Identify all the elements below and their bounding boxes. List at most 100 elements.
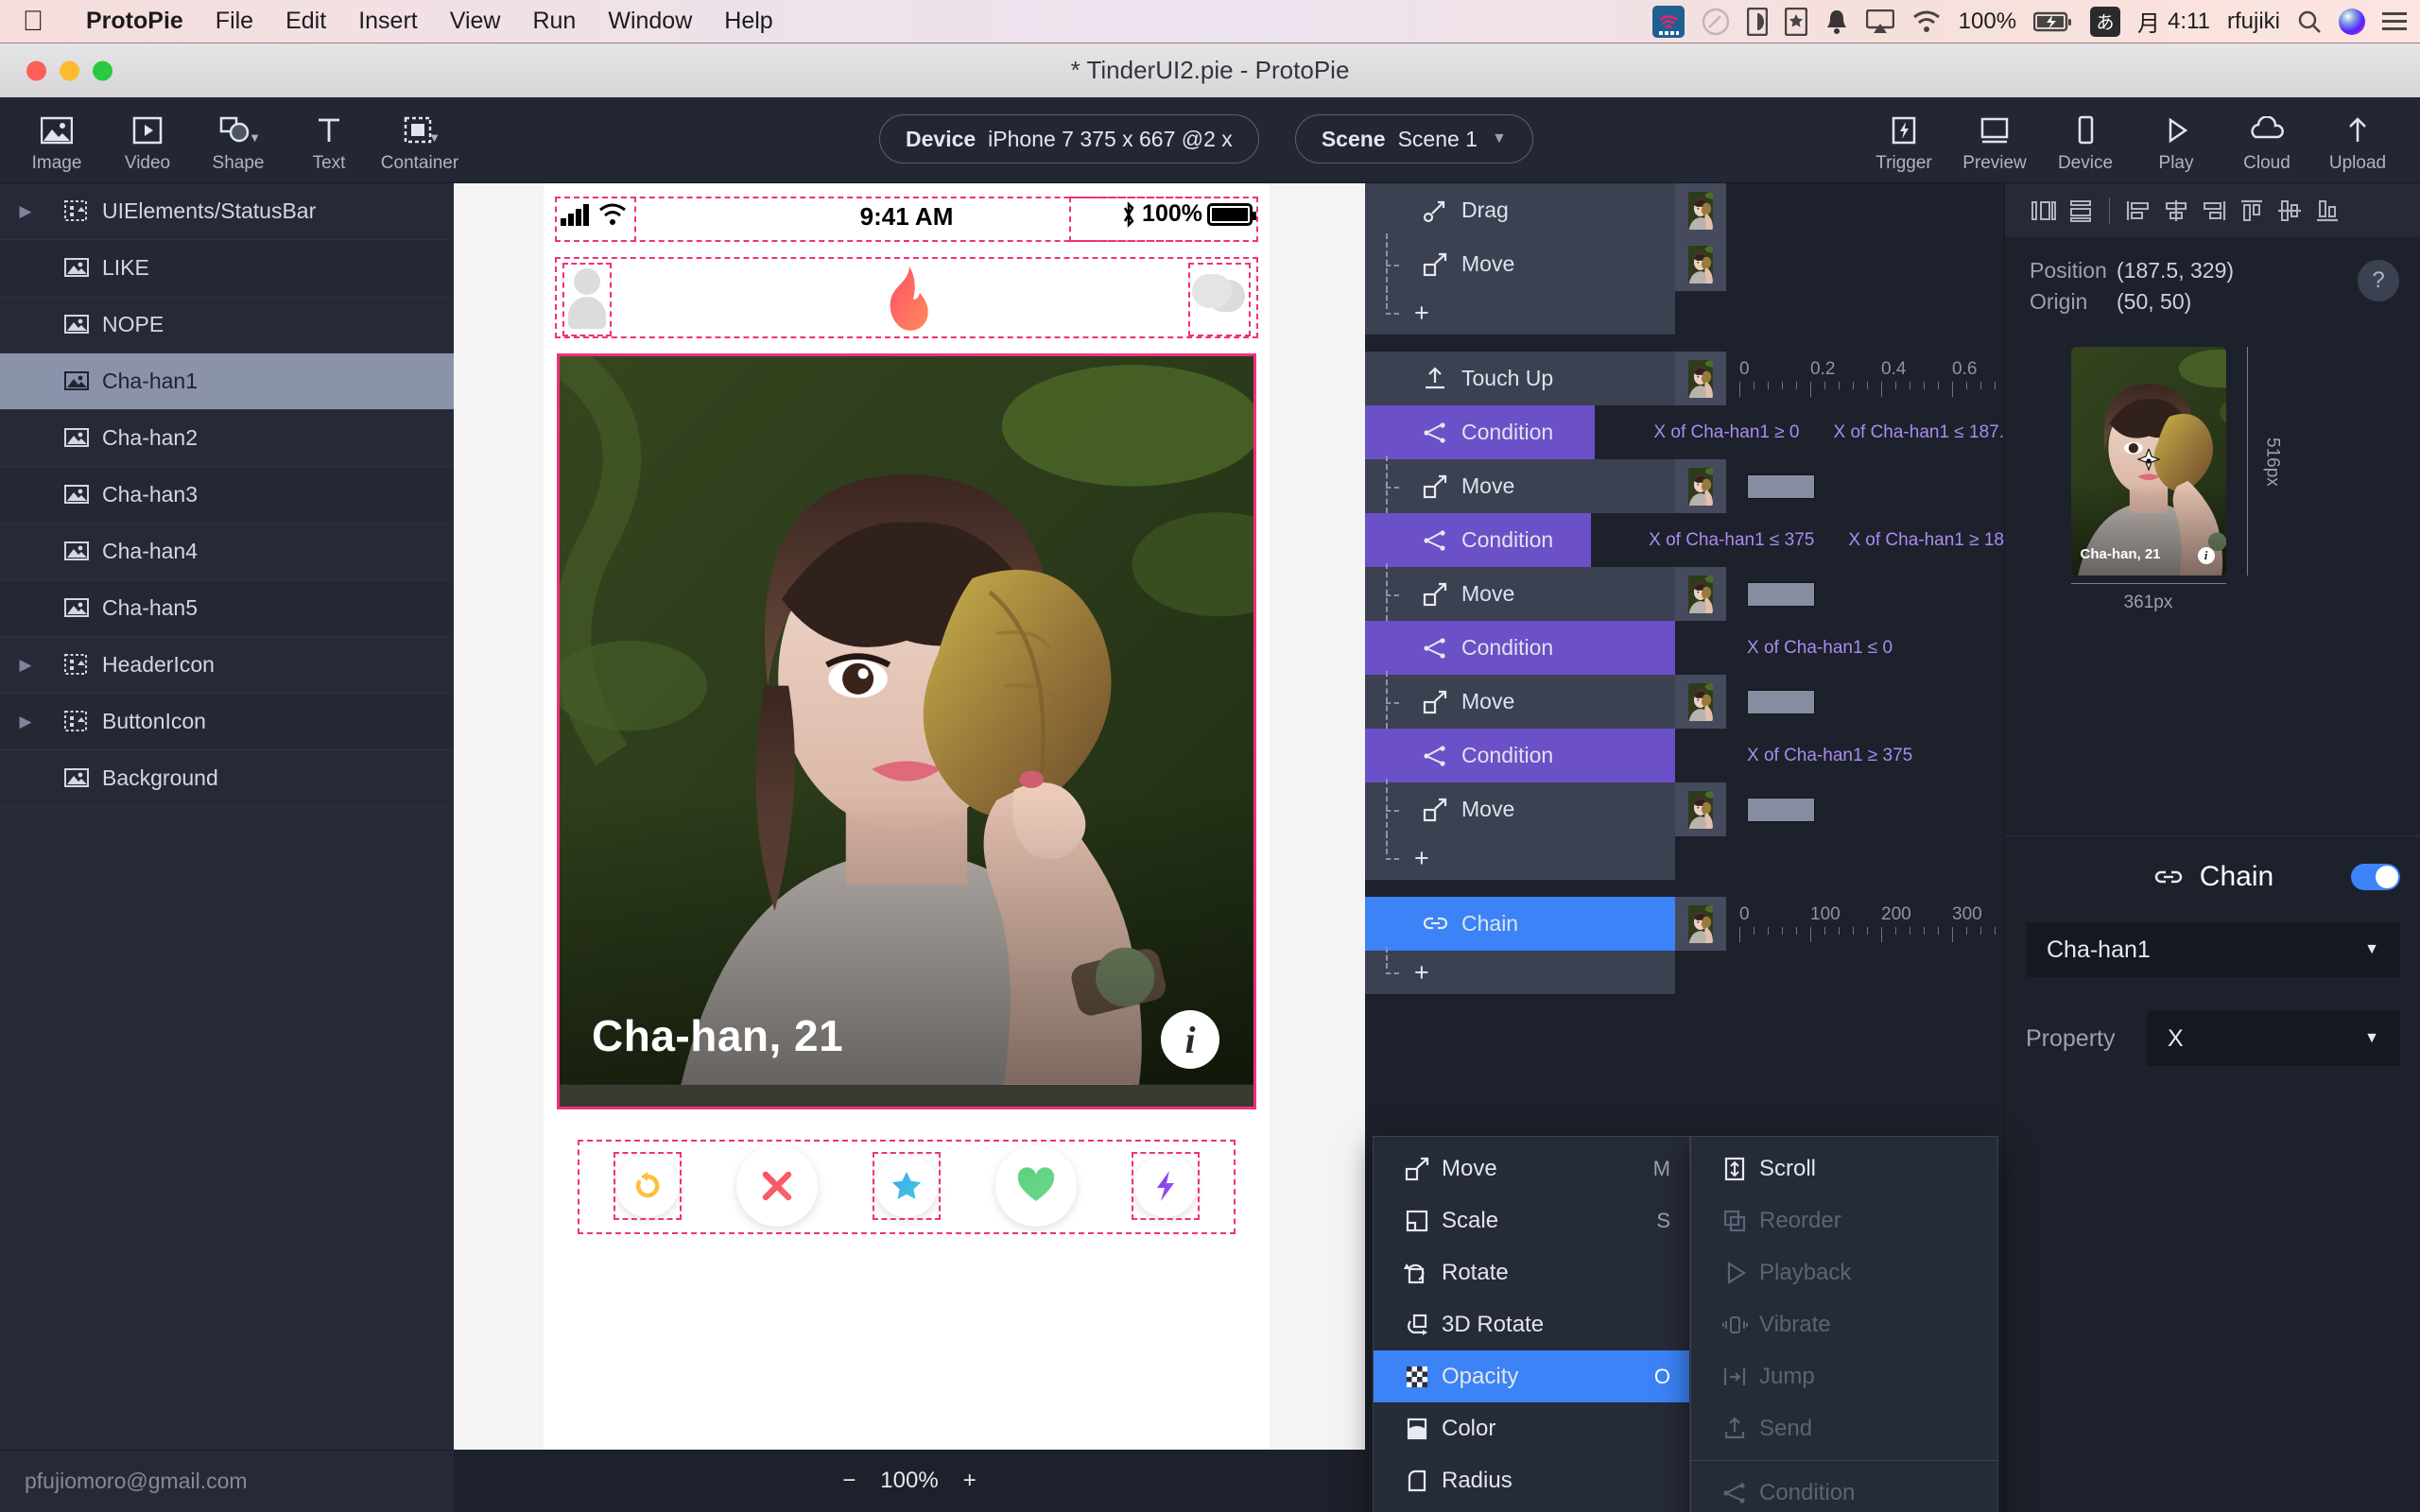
- interaction-label-move[interactable]: Move: [1365, 671, 1675, 729]
- like-button[interactable]: [995, 1145, 1077, 1227]
- interaction-track[interactable]: 0100200300400: [1726, 897, 2152, 951]
- notification-center-icon[interactable]: [2382, 11, 2407, 32]
- layer-row-buttonicon[interactable]: ▶ ButtonIcon: [0, 694, 454, 750]
- menu-window[interactable]: Window: [592, 8, 708, 35]
- device-button[interactable]: Device: [2040, 107, 2131, 174]
- interaction-label-move[interactable]: Move: [1365, 233, 1675, 291]
- menu-file[interactable]: File: [199, 8, 269, 35]
- layer-twisty-icon[interactable]: ▶: [0, 202, 51, 221]
- add-response-button[interactable]: +: [1365, 287, 1675, 335]
- align-middle-icon[interactable]: [2273, 195, 2307, 227]
- interaction-track[interactable]: 00.20.40.60: [1726, 352, 2152, 405]
- insert-image-button[interactable]: Image: [11, 107, 102, 174]
- layer-row-headericon[interactable]: ▶ HeaderIcon: [0, 637, 454, 694]
- menu-item-color[interactable]: Color: [1374, 1402, 1689, 1454]
- close-window-button[interactable]: [26, 60, 46, 80]
- chain-enabled-toggle[interactable]: [2351, 863, 2400, 890]
- interaction-track[interactable]: [1726, 567, 2004, 621]
- siri-icon[interactable]: [2339, 8, 2365, 35]
- ime-icon[interactable]: あ: [2090, 6, 2121, 37]
- menu-protopie[interactable]: ProtoPie: [70, 8, 199, 35]
- maximize-window-button[interactable]: [93, 60, 112, 80]
- align-center-icon[interactable]: [2159, 195, 2193, 227]
- menu-run[interactable]: Run: [516, 8, 592, 35]
- clipboard-icon[interactable]: [1746, 7, 1768, 36]
- upload-button[interactable]: Upload: [2312, 107, 2403, 174]
- menu-item-scroll[interactable]: Scroll: [1691, 1143, 1997, 1194]
- device-selector[interactable]: Device iPhone 7 375 x 667 @2 x: [879, 114, 1259, 163]
- layer-row-cha-han1[interactable]: Cha-han1: [0, 353, 454, 410]
- insert-container-button[interactable]: ▼ Container: [374, 107, 465, 174]
- layer-row-background[interactable]: Background: [0, 750, 454, 807]
- shape-caret-icon[interactable]: ▼: [249, 130, 261, 145]
- boost-button[interactable]: [1132, 1152, 1200, 1220]
- align-vertical-center-icon[interactable]: [2064, 195, 2098, 227]
- layer-row-cha-han3[interactable]: Cha-han3: [0, 467, 454, 524]
- insert-text-button[interactable]: Text: [284, 107, 374, 174]
- origin-crosshair-icon[interactable]: [2135, 449, 2161, 473]
- layer-twisty-icon[interactable]: ▶: [0, 656, 51, 675]
- menu-item-scale[interactable]: Scale S: [1374, 1194, 1689, 1246]
- interaction-label-move[interactable]: Move: [1365, 779, 1675, 836]
- profile-card[interactable]: Cha-han, 21 i: [557, 353, 1256, 1109]
- interaction-label-touch-up[interactable]: Touch Up: [1365, 352, 1675, 405]
- insert-video-button[interactable]: Video: [102, 107, 193, 174]
- menu-item-opacity[interactable]: Opacity O: [1374, 1350, 1689, 1402]
- interaction-track[interactable]: X of Cha-han1 ≤ 0: [1726, 621, 2004, 675]
- preview-button[interactable]: Preview: [1949, 107, 2040, 174]
- trigger-button[interactable]: Trigger: [1858, 107, 1949, 174]
- bell-icon[interactable]: [1824, 8, 1849, 36]
- layer-row-cha-han5[interactable]: Cha-han5: [0, 580, 454, 637]
- chain-property-select[interactable]: X ▼: [2147, 1011, 2400, 1066]
- help-icon[interactable]: ?: [2358, 260, 2399, 301]
- menu-help[interactable]: Help: [708, 8, 788, 35]
- add-response-button[interactable]: +: [1365, 947, 1675, 994]
- interaction-label-condition[interactable]: Condition: [1365, 621, 1675, 675]
- bookmark-icon[interactable]: [1784, 7, 1807, 36]
- menu-view[interactable]: View: [434, 8, 517, 35]
- menu-item-radius[interactable]: Radius: [1374, 1454, 1689, 1506]
- interaction-track[interactable]: [1726, 675, 2004, 729]
- nope-button[interactable]: [736, 1145, 818, 1227]
- layer-row-cha-han4[interactable]: Cha-han4: [0, 524, 454, 580]
- container-caret-icon[interactable]: ▼: [428, 130, 441, 145]
- superlike-button[interactable]: [873, 1152, 941, 1220]
- interaction-label-condition[interactable]: Condition: [1365, 513, 1591, 567]
- wifi-icon[interactable]: [1911, 9, 1942, 34]
- chat-bubbles-icon[interactable]: [1192, 274, 1245, 321]
- interaction-label-chain[interactable]: Chain: [1365, 897, 1675, 951]
- layer-row-like[interactable]: LIKE: [0, 240, 454, 297]
- interaction-track[interactable]: [1726, 782, 2004, 836]
- interaction-track[interactable]: X of Cha-han1 ≤ 375 X of Cha-han1 ≥ 18: [1628, 513, 2004, 567]
- menu-edit[interactable]: Edit: [269, 8, 342, 35]
- play-button[interactable]: Play: [2131, 107, 2221, 174]
- profile-avatar-icon[interactable]: [568, 268, 606, 329]
- battery-icon[interactable]: [2033, 10, 2073, 33]
- spotlight-search-icon[interactable]: [2297, 9, 2322, 34]
- scene-selector[interactable]: Scene Scene 1 ▼: [1294, 114, 1533, 163]
- add-response-button[interactable]: +: [1365, 833, 1675, 880]
- interaction-label-condition[interactable]: Condition: [1365, 405, 1596, 459]
- align-bottom-icon[interactable]: [2310, 195, 2344, 227]
- response-duration-bar[interactable]: [1747, 581, 1815, 607]
- airplay-icon[interactable]: [1865, 9, 1894, 34]
- rewind-button[interactable]: [614, 1152, 682, 1220]
- response-duration-bar[interactable]: [1747, 473, 1815, 499]
- info-icon[interactable]: i: [1161, 1010, 1219, 1069]
- interaction-label-move[interactable]: Move: [1365, 563, 1675, 621]
- minimize-window-button[interactable]: [60, 60, 79, 80]
- wifi-ac-icon[interactable]: [1651, 5, 1685, 38]
- interaction-track[interactable]: X of Cha-han1 ≥ 375: [1726, 729, 2004, 782]
- menu-bar-username[interactable]: rfujiki: [2227, 9, 2280, 35]
- interaction-track[interactable]: [1726, 459, 2004, 513]
- menu-item-rotate[interactable]: Rotate: [1374, 1246, 1689, 1298]
- canvas-area[interactable]: 9:41 AM 100% Cha-han, 21 i: [454, 183, 1365, 1512]
- chain-target-select[interactable]: Cha-han1 ▼: [2026, 922, 2400, 977]
- align-top-icon[interactable]: [2235, 195, 2269, 227]
- response-duration-bar[interactable]: [1747, 797, 1815, 822]
- interaction-label-drag[interactable]: Drag: [1365, 183, 1675, 237]
- response-duration-bar[interactable]: [1747, 689, 1815, 714]
- interaction-track[interactable]: X of Cha-han1 ≥ 0 X of Cha-han1 ≤ 187.: [1633, 405, 2004, 459]
- interaction-label-condition[interactable]: Condition: [1365, 729, 1675, 782]
- layer-twisty-icon[interactable]: ▶: [0, 713, 51, 731]
